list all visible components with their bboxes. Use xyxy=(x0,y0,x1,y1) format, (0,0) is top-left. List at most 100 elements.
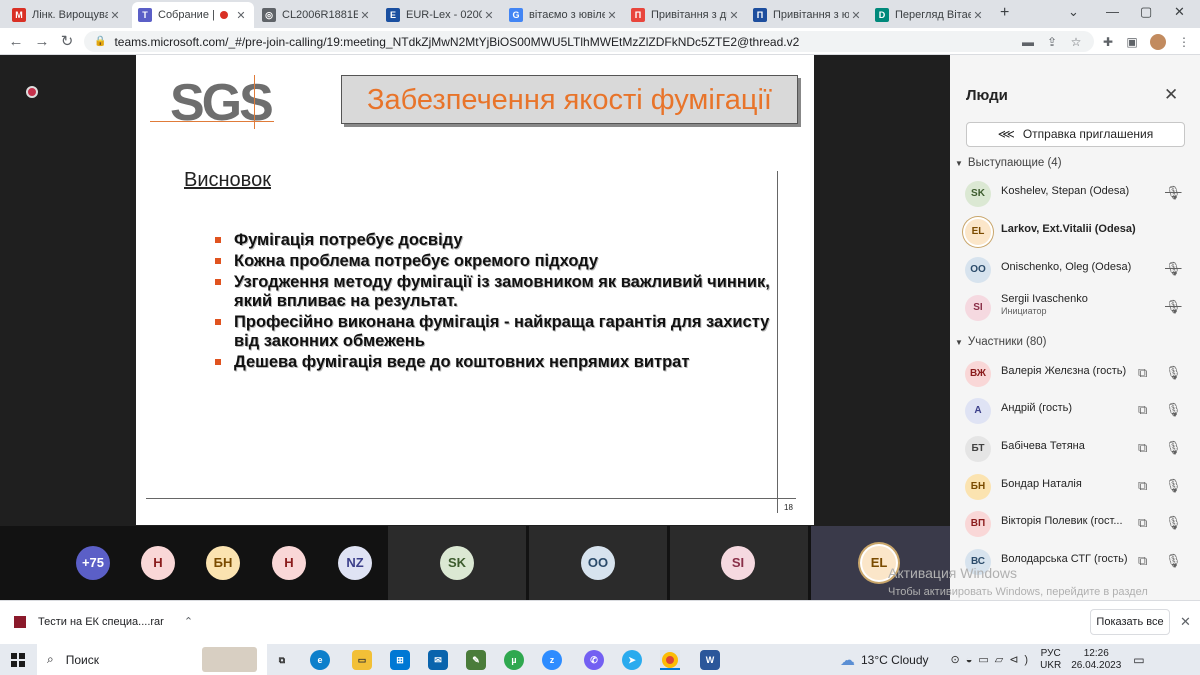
tab-title: Перегляд Вітаєм xyxy=(895,9,971,21)
participant-row[interactable]: А Андрій (гость) ⧉ 🎙 xyxy=(950,394,1200,432)
presenters-header-label: Выступающие (4) xyxy=(967,157,1062,169)
participant-row[interactable]: SI Sergii Ivaschenko Инициатор 🎙 xyxy=(950,291,1200,329)
telegram-icon[interactable]: ➤ xyxy=(622,650,642,670)
avatar: БТ xyxy=(965,436,991,462)
participant-row[interactable]: EL Larkov, Ext.Vitalii (Odesa) xyxy=(950,215,1200,253)
mic-muted-icon: 🎙 xyxy=(1165,185,1182,200)
mail-icon[interactable]: ✉ xyxy=(428,650,448,670)
chevron-up-icon[interactable]: ⌃ xyxy=(184,615,193,628)
mic-icon: 🎙 xyxy=(1165,440,1182,455)
participant-row[interactable]: ВП Вікторія Полевик (гост... ⧉ 🎙 xyxy=(950,507,1200,545)
close-icon[interactable]: ✕ xyxy=(727,9,741,22)
slide-divider xyxy=(777,171,778,513)
participant-avatar[interactable]: БН xyxy=(206,546,240,580)
browser-tab[interactable]: Gвітаємо з ювілеє✕ xyxy=(503,2,625,28)
participant-avatar[interactable]: H xyxy=(141,546,175,580)
browser-tab[interactable]: M Лінк. Вирощуван✕ xyxy=(6,2,128,28)
close-icon[interactable]: ✕ xyxy=(605,9,619,22)
chevron-down-icon[interactable]: ⌄ xyxy=(1068,4,1079,20)
browser-tab[interactable]: П Привітання з дн ✕ xyxy=(625,2,747,28)
taskbar-search-box[interactable]: ⌕ Поиск xyxy=(37,644,267,675)
participant-row[interactable]: SK Koshelev, Stepan (Odesa) 🎙 xyxy=(950,177,1200,215)
sidepanel-icon[interactable]: ▣ xyxy=(1124,34,1140,50)
download-filename: Тести на ЕК специа....rar xyxy=(38,615,164,628)
tray-icons[interactable]: ⊙◒▭▱⊲) xyxy=(951,653,1035,666)
cloud-icon: ☁ xyxy=(840,651,855,669)
clock[interactable]: 12:26 26.04.2023 xyxy=(1071,648,1121,672)
bullet-list: Фумігація потребує досвіду Кожна проблем… xyxy=(214,231,774,374)
participant-row[interactable]: БН Бондар Наталія ⧉ 🎙 xyxy=(950,470,1200,508)
browser-tab[interactable]: П Привітання з юв ✕ xyxy=(747,2,869,28)
back-icon[interactable]: ← xyxy=(6,32,26,52)
recording-indicator-icon xyxy=(26,86,38,98)
show-all-button[interactable]: Показать все xyxy=(1090,609,1170,635)
site-icon: П xyxy=(631,8,645,22)
task-view-icon[interactable]: ⧉ xyxy=(272,650,292,670)
menu-icon[interactable]: ⋮ xyxy=(1176,34,1192,50)
close-icon[interactable]: ✕ xyxy=(1174,4,1185,20)
participant-row[interactable]: OO Onischenko, Oleg (Odesa) 🎙 xyxy=(950,253,1200,291)
profile-avatar[interactable] xyxy=(1150,34,1166,50)
slide-divider xyxy=(146,498,796,499)
browser-tab[interactable]: T Собрание | M ✕ xyxy=(132,2,254,28)
viber-icon[interactable]: ✆ xyxy=(584,650,604,670)
download-bar: Тести на ЕК специа....rar ⌃ Показать все… xyxy=(0,600,1200,644)
camera-off-icon: ⧉ xyxy=(1138,402,1148,417)
close-icon[interactable]: ✕ xyxy=(849,9,863,22)
app-icon[interactable]: ✎ xyxy=(466,650,486,670)
participant-row[interactable]: ВЖ Валерія Желєзна (гость) ⧉ 🎙 xyxy=(950,357,1200,395)
forward-icon[interactable]: → xyxy=(32,32,52,52)
participant-row[interactable]: БТ Бабічева Тетяна ⧉ 🎙 xyxy=(950,432,1200,470)
store-icon[interactable]: ⊞ xyxy=(390,650,410,670)
extensions-icon[interactable]: ✚ xyxy=(1100,34,1116,50)
notification-icon[interactable]: ▭ xyxy=(1133,653,1144,667)
utorrent-icon[interactable]: µ xyxy=(504,650,524,670)
camera-icon[interactable]: ▬ xyxy=(1020,34,1036,50)
reload-icon[interactable]: ↻ xyxy=(57,32,77,52)
close-icon[interactable]: ✕ xyxy=(358,9,372,22)
file-explorer-icon[interactable]: ▭ xyxy=(352,650,372,670)
participant-avatar[interactable]: +75 xyxy=(76,546,110,580)
participant-name: Андрій (гость) xyxy=(1001,402,1073,414)
chrome-icon[interactable] xyxy=(660,650,680,670)
tile-avatar: OO xyxy=(581,546,615,580)
close-icon[interactable]: ✕ xyxy=(1164,85,1178,105)
zoom-icon[interactable]: z xyxy=(542,650,562,670)
word-icon[interactable]: W xyxy=(700,650,720,670)
close-icon[interactable]: ✕ xyxy=(234,9,248,22)
minimize-icon[interactable]: — xyxy=(1106,4,1119,19)
participant-avatar[interactable]: H xyxy=(272,546,306,580)
new-tab-icon[interactable]: + xyxy=(1000,4,1009,22)
windows-start-icon[interactable] xyxy=(11,653,25,667)
presenters-section-header[interactable]: ▼ Выступающие (4) xyxy=(955,157,1062,169)
clock-time: 12:26 xyxy=(1083,647,1109,659)
address-bar: ← → ↻ 🔒 teams.microsoft.com/_#/pre-join-… xyxy=(0,28,1200,55)
participant-avatar[interactable]: NZ xyxy=(338,546,372,580)
weather-text[interactable]: 13°C Cloudy xyxy=(861,653,929,667)
browser-tab[interactable]: D Перегляд Вітаєм✕ xyxy=(869,2,991,28)
browser-tab[interactable]: E EUR-Lex - 02002✕ xyxy=(380,2,502,28)
bookmark-star-icon[interactable]: ☆ xyxy=(1068,34,1084,50)
bullet-item: Фумігація потребує досвіду xyxy=(214,231,774,250)
participant-name: Володарська СТГ (гость) xyxy=(1001,553,1128,565)
camera-off-icon: ⧉ xyxy=(1138,515,1148,530)
browser-tab-bar: MЛінк. Вирощуван✕TСобрание | M✕◎CL2006R1… xyxy=(0,0,1200,28)
download-item[interactable]: Тести на ЕК специа....rar ⌃ xyxy=(14,615,193,628)
maximize-icon[interactable]: ▢ xyxy=(1140,4,1152,20)
archive-file-icon xyxy=(14,615,26,628)
share-icon[interactable]: ⇪ xyxy=(1044,34,1060,50)
attendees-section-header[interactable]: ▼ Участники (80) xyxy=(955,336,1047,348)
slide-title: Забезпечення якості фумігації xyxy=(341,75,798,124)
close-icon[interactable]: ✕ xyxy=(108,9,122,22)
close-icon[interactable]: ✕ xyxy=(482,9,496,22)
logo-line xyxy=(254,75,255,129)
share-invite-button[interactable]: ⋘ Отправка приглашения xyxy=(966,122,1185,147)
windows-activation-title: Активация Windows xyxy=(888,565,1018,581)
language-indicator[interactable]: РУС UKR xyxy=(1040,648,1061,672)
close-icon[interactable]: ✕ xyxy=(971,9,985,22)
edge-icon[interactable]: e xyxy=(310,650,330,670)
close-icon[interactable]: ✕ xyxy=(1180,614,1191,630)
url-field[interactable]: 🔒 teams.microsoft.com/_#/pre-join-callin… xyxy=(84,31,1094,52)
browser-tab[interactable]: ◎ CL2006R1881EN✕ xyxy=(256,2,378,28)
avatar: EL xyxy=(965,219,991,245)
